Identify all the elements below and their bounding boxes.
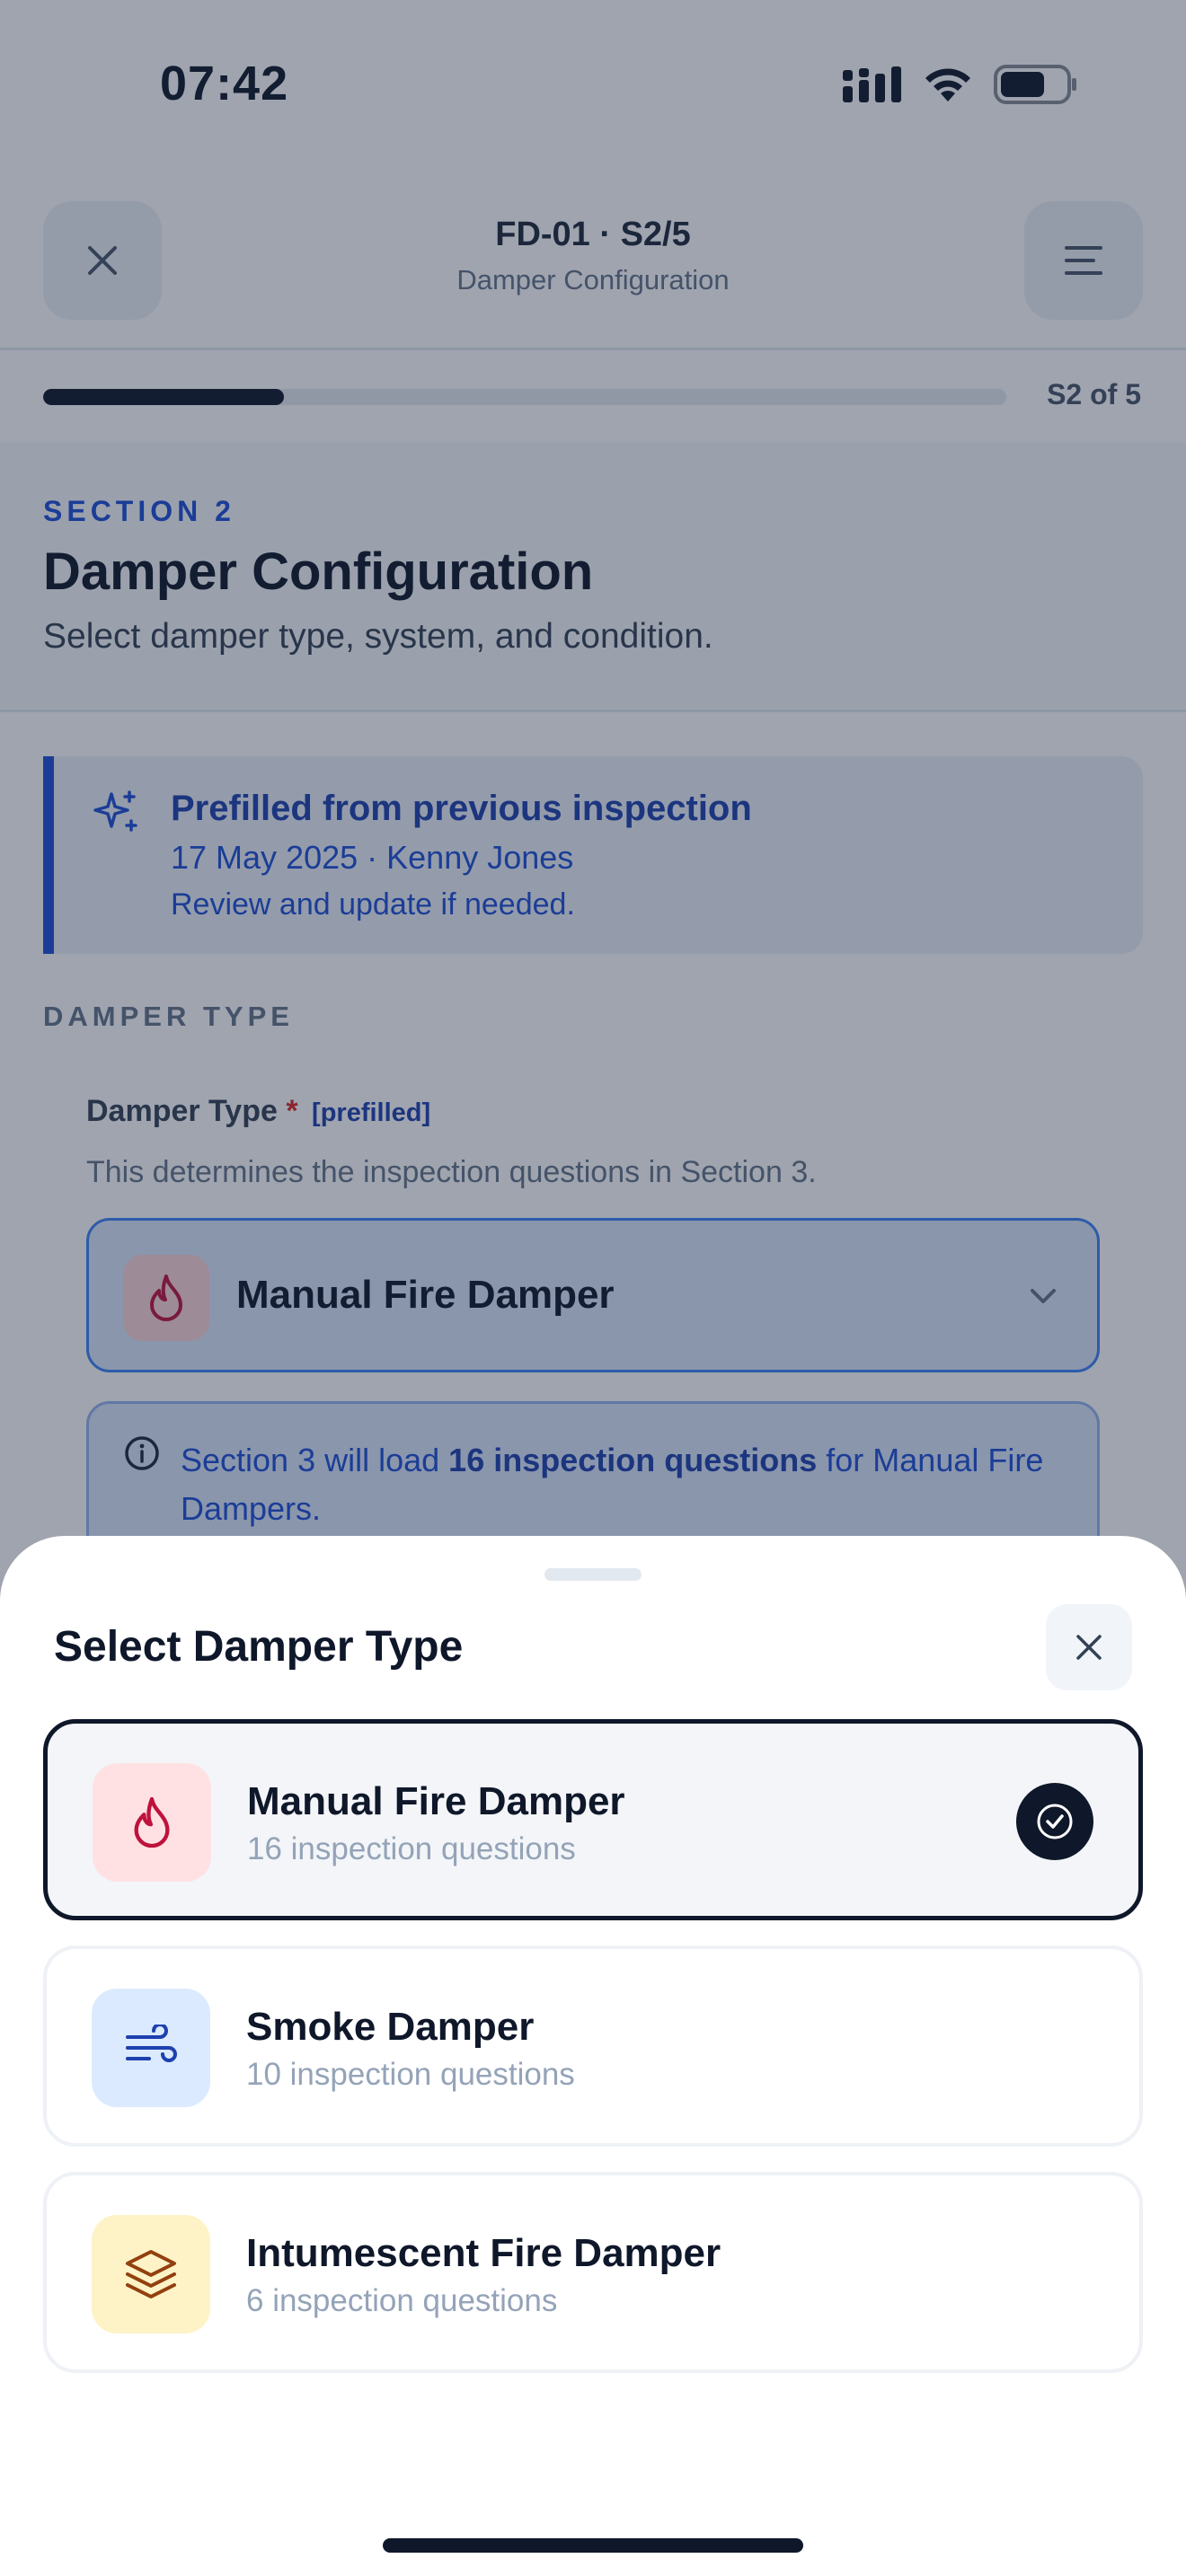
option-manual-fire-damper[interactable]: Manual Fire Damper 16 inspection questio… [43, 1719, 1143, 1920]
sheet-title: Select Damper Type [54, 1623, 464, 1671]
option-title: Smoke Damper [246, 2005, 535, 2049]
damper-type-sheet: Select Damper Type Manual Fire Damper 16… [0, 1536, 1186, 2576]
flame-icon [134, 1796, 170, 1848]
option-smoke-damper[interactable]: Smoke Damper 10 inspection questions [43, 1945, 1143, 2147]
option-title: Intumescent Fire Damper [246, 2231, 721, 2275]
option-subtitle: 6 inspection questions [246, 2283, 558, 2318]
layers-icon [126, 2250, 176, 2298]
close-icon [1076, 1635, 1102, 1660]
wind-icon [126, 2025, 177, 2062]
option-subtitle: 16 inspection questions [247, 1831, 576, 1866]
option-icon-tile [92, 1989, 210, 2107]
option-icon-tile [92, 2215, 210, 2333]
sheet-grabber[interactable] [544, 1568, 642, 1581]
option-intumescent-fire-damper[interactable]: Intumescent Fire Damper 6 inspection que… [43, 2172, 1143, 2373]
check-circle-icon [1037, 1804, 1073, 1839]
option-icon-tile [93, 1763, 211, 1882]
option-title: Manual Fire Damper [247, 1779, 625, 1823]
sheet-close-button[interactable] [1046, 1604, 1132, 1690]
selected-check [1016, 1783, 1093, 1860]
home-indicator[interactable] [383, 2538, 803, 2553]
option-subtitle: 10 inspection questions [246, 2057, 575, 2092]
